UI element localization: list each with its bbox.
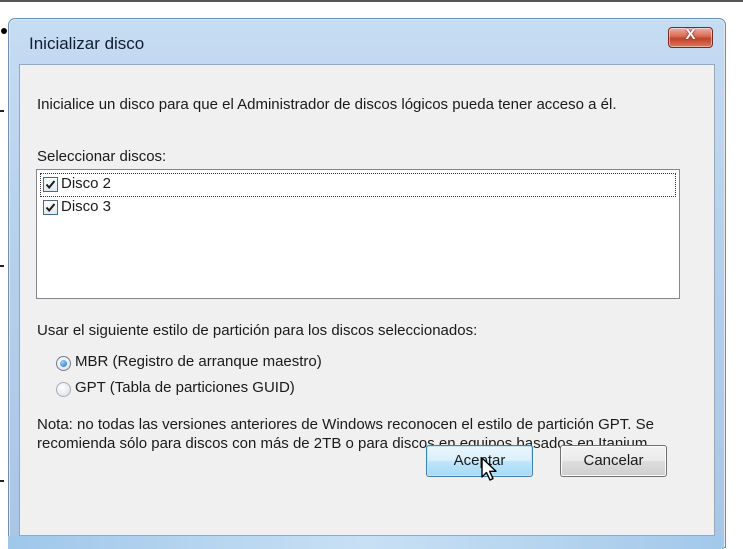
close-icon: X	[685, 26, 696, 43]
checkmark-icon	[45, 203, 56, 213]
radio-gpt-label: GPT (Tabla de particiones GUID)	[75, 379, 295, 396]
close-button[interactable]: X	[668, 26, 713, 48]
left-edge-mark	[0, 110, 4, 112]
description-text: Inicialice un disco para que el Administ…	[37, 96, 617, 113]
disk-listbox[interactable]: Disco 2 Disco 3	[36, 169, 680, 299]
taskbar-strip	[8, 536, 724, 549]
radio-icon[interactable]	[56, 382, 71, 397]
left-edge-mark	[0, 480, 4, 482]
cancel-button[interactable]: Cancelar	[560, 445, 667, 477]
top-border-line	[0, 0, 743, 2]
checkmark-icon	[45, 180, 56, 190]
radio-icon[interactable]	[56, 356, 71, 371]
checkbox-disco-2[interactable]	[43, 177, 58, 192]
partition-style-label: Usar el siguiente estilo de partición pa…	[37, 322, 478, 339]
radio-mbr-label: MBR (Registro de arranque maestro)	[75, 353, 322, 370]
select-disks-label: Seleccionar discos:	[37, 148, 167, 165]
list-item-label: Disco 2	[61, 175, 112, 192]
list-item-label: Disco 3	[61, 198, 112, 215]
list-item-disco-2[interactable]: Disco 2	[40, 173, 676, 197]
pointer-cursor-icon	[481, 457, 497, 481]
checkbox-disco-3[interactable]	[43, 200, 58, 215]
bullet-marker	[1, 28, 7, 34]
dialog-window: Inicializar disco X Inicialice un disco …	[8, 18, 726, 548]
dialog-client-area: Inicialice un disco para que el Administ…	[19, 64, 715, 536]
dialog-title: Inicializar disco	[29, 34, 145, 53]
left-edge-mark	[0, 265, 4, 267]
